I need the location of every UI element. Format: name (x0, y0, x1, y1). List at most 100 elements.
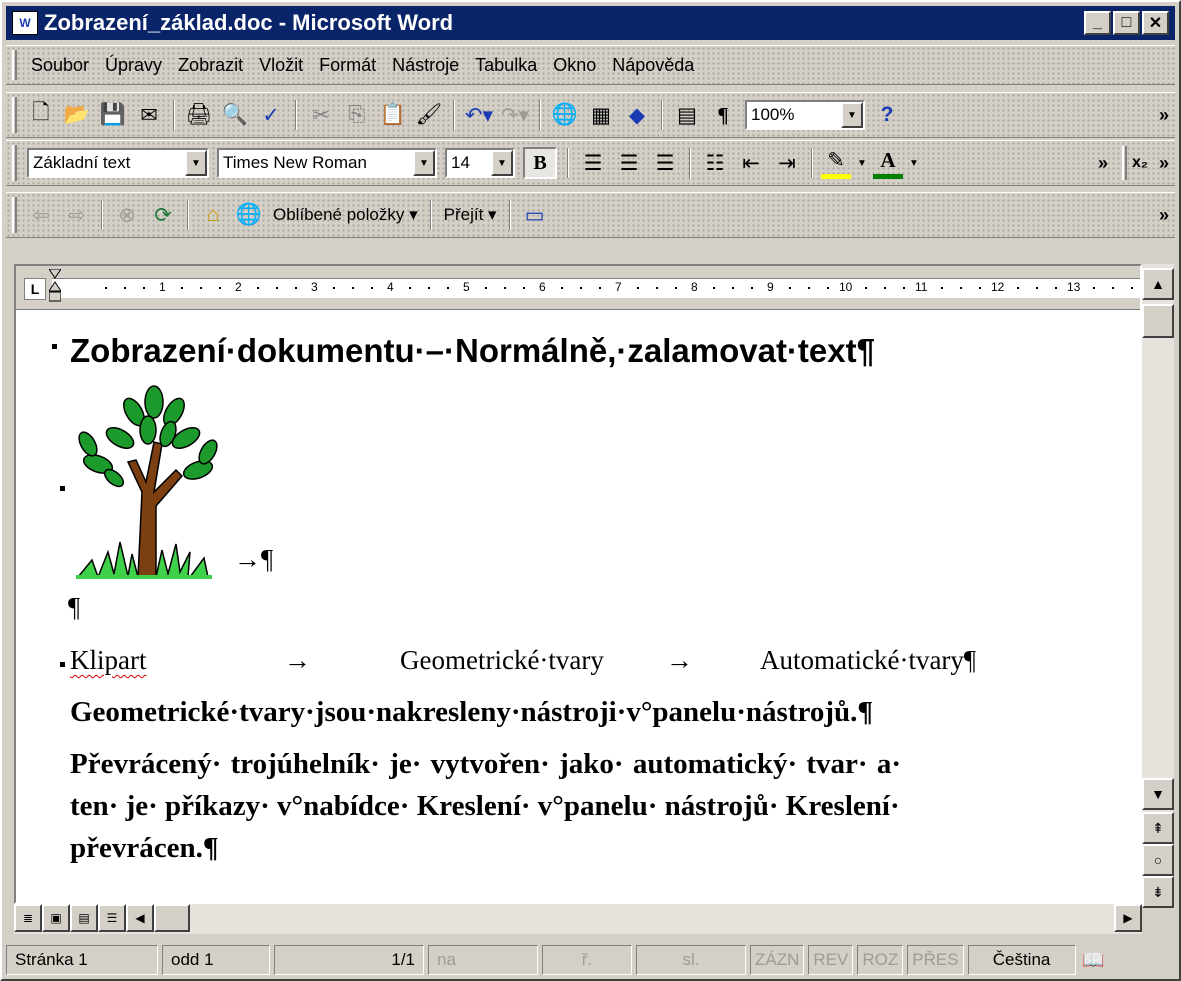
redo-icon[interactable]: ↷▾ (499, 99, 531, 131)
scroll-thumb[interactable] (154, 904, 190, 932)
font-combo[interactable]: Times New Roman ▼ (217, 148, 437, 178)
help-icon[interactable]: ? (871, 99, 903, 131)
menu-format[interactable]: Formát (311, 55, 384, 76)
scroll-up-icon[interactable]: ▲ (1142, 268, 1174, 300)
print-icon[interactable]: 🖨 (183, 99, 215, 131)
chevron-down-icon[interactable]: ▼ (413, 150, 435, 176)
open-folder-icon[interactable]: 📂 (61, 99, 93, 131)
scroll-down-icon[interactable]: ▼ (1142, 778, 1174, 810)
toolbar-grip[interactable] (12, 97, 17, 133)
document-map-icon[interactable]: ▤ (671, 99, 703, 131)
style-combo[interactable]: Základní text ▼ (27, 148, 209, 178)
favorites-menu[interactable]: Oblíbené položky ▾ (267, 205, 424, 225)
more-buttons-icon[interactable]: » (1159, 153, 1169, 174)
drawing-icon[interactable]: ◆ (621, 99, 653, 131)
maximize-button[interactable]: □ (1113, 11, 1140, 35)
spelling-check-icon[interactable]: ✓ (255, 99, 287, 131)
empty-paragraph[interactable]: ¶ (68, 592, 80, 623)
format-painter-icon[interactable]: 🖌 (413, 99, 445, 131)
vertical-scrollbar[interactable]: ▲ ▼ ⇞ ○ ⇟ (1142, 264, 1174, 908)
menu-tabulka[interactable]: Tabulka (467, 55, 545, 76)
document-page[interactable]: Zobrazení·dokumentu·–·Normálně,·zalamova… (16, 310, 1140, 906)
title-bar[interactable]: W Zobrazení_základ.doc - Microsoft Word … (6, 6, 1175, 40)
toolbar-grip[interactable] (1122, 146, 1127, 180)
menu-upravy[interactable]: Úpravy (97, 55, 170, 76)
bullets-icon[interactable]: ☷ (699, 147, 731, 179)
word-doc-icon[interactable]: W (12, 11, 38, 35)
font-color-icon[interactable]: A (873, 147, 903, 179)
toolbar-grip[interactable] (12, 197, 17, 233)
ruler-track[interactable]: 1234567891011121314 (52, 278, 1171, 298)
cut-scissors-icon[interactable]: ✂ (305, 99, 337, 131)
align-left-icon[interactable]: ☰ (577, 147, 609, 179)
undo-icon[interactable]: ↶▾ (463, 99, 495, 131)
print-preview-icon[interactable]: 🔍 (219, 99, 251, 131)
paragraph-after-picture[interactable]: →¶ (234, 544, 273, 575)
decrease-indent-icon[interactable]: ⇤ (735, 147, 767, 179)
status-extend[interactable]: ROZ (857, 945, 904, 975)
new-document-icon[interactable]: 🗋 (25, 99, 57, 131)
horizontal-scrollbar[interactable]: ≣ ▣ ▤ ☰ ◀ ▶ (14, 904, 1142, 934)
zoom-combo[interactable]: 100% ▼ (745, 100, 865, 130)
refresh-icon[interactable]: ⟳ (147, 199, 179, 231)
menu-soubor[interactable]: Soubor (23, 55, 97, 76)
scroll-thumb[interactable] (1142, 304, 1174, 338)
highlight-marker-icon[interactable]: ✎ (821, 147, 851, 179)
back-arrow-icon[interactable]: ⇦ (25, 199, 57, 231)
minimize-button[interactable]: _ (1084, 11, 1111, 35)
web-layout-view-icon[interactable]: ▣ (42, 904, 70, 932)
copy-icon[interactable]: ⎘ (341, 99, 373, 131)
menu-okno[interactable]: Okno (545, 55, 604, 76)
align-right-icon[interactable]: ☰ (649, 147, 681, 179)
hyperlink-globe-icon[interactable]: 🌐 (549, 99, 581, 131)
bold-paragraph-2-line-2[interactable]: ten· je· příkazy· v°nabídce· Kreslení· v… (70, 790, 900, 823)
outline-view-icon[interactable]: ☰ (98, 904, 126, 932)
tables-borders-icon[interactable]: ▦ (585, 99, 617, 131)
menu-vlozit[interactable]: Vložit (251, 55, 311, 76)
align-center-icon[interactable]: ☰ (613, 147, 645, 179)
normal-view-icon[interactable]: ≣ (14, 904, 42, 932)
status-overtype[interactable]: PŘES (907, 945, 964, 975)
next-page-icon[interactable]: ⇟ (1142, 876, 1174, 908)
menu-napoveda[interactable]: Nápověda (604, 55, 702, 76)
chevron-down-icon[interactable]: ▼ (855, 147, 869, 179)
heading-paragraph[interactable]: Zobrazení·dokumentu·–·Normálně,·zalamova… (70, 332, 875, 370)
spelling-status-book-icon[interactable]: 📖 (1082, 944, 1106, 976)
chevron-down-icon[interactable]: ▼ (841, 102, 863, 128)
bold-paragraph-2-line-3[interactable]: převrácen.¶ (70, 832, 219, 865)
bold-paragraph-2-line-1[interactable]: Převrácený· trojúhelník· je· vytvořen· j… (70, 748, 901, 781)
status-record-macro[interactable]: ZÁZN (750, 945, 805, 975)
status-track-changes[interactable]: REV (808, 945, 854, 975)
chevron-down-icon[interactable]: ▼ (491, 150, 513, 176)
save-disk-icon[interactable]: 💾 (97, 99, 129, 131)
font-size-combo[interactable]: 14 ▼ (445, 148, 515, 178)
print-layout-view-icon[interactable]: ▤ (70, 904, 98, 932)
home-icon[interactable]: ⌂ (197, 199, 229, 231)
increase-indent-icon[interactable]: ⇥ (771, 147, 803, 179)
toolbar-grip[interactable] (12, 145, 17, 181)
show-only-web-toolbar-icon[interactable]: ▭ (519, 199, 551, 231)
stop-icon[interactable]: ⊗ (111, 199, 143, 231)
menu-zobrazit[interactable]: Zobrazit (170, 55, 251, 76)
more-buttons-icon[interactable]: » (1098, 153, 1108, 174)
close-button[interactable]: ✕ (1142, 11, 1169, 35)
scroll-left-icon[interactable]: ◀ (126, 904, 154, 932)
more-buttons-icon[interactable]: » (1159, 105, 1169, 126)
tree-clipart-icon[interactable] (58, 382, 238, 582)
mail-recipient-icon[interactable]: ✉ (133, 99, 165, 131)
previous-page-icon[interactable]: ⇞ (1142, 812, 1174, 844)
status-language[interactable]: Čeština (967, 945, 1076, 975)
scroll-right-icon[interactable]: ▶ (1114, 904, 1142, 932)
subscript-icon[interactable]: x₂ (1132, 154, 1148, 172)
show-hide-pilcrow-icon[interactable]: ¶ (707, 99, 739, 131)
menu-nastroje[interactable]: Nástroje (384, 55, 467, 76)
tab-selector[interactable]: L (24, 278, 46, 300)
more-buttons-icon[interactable]: » (1159, 205, 1169, 226)
chevron-down-icon[interactable]: ▼ (907, 147, 921, 179)
paste-clipboard-icon[interactable]: 📋 (377, 99, 409, 131)
chevron-down-icon[interactable]: ▼ (185, 150, 207, 176)
bold-button[interactable]: B (523, 147, 557, 179)
search-web-globe-icon[interactable]: 🌐 (233, 199, 265, 231)
select-browse-object-icon[interactable]: ○ (1142, 844, 1174, 876)
forward-arrow-icon[interactable]: ⇨ (61, 199, 93, 231)
